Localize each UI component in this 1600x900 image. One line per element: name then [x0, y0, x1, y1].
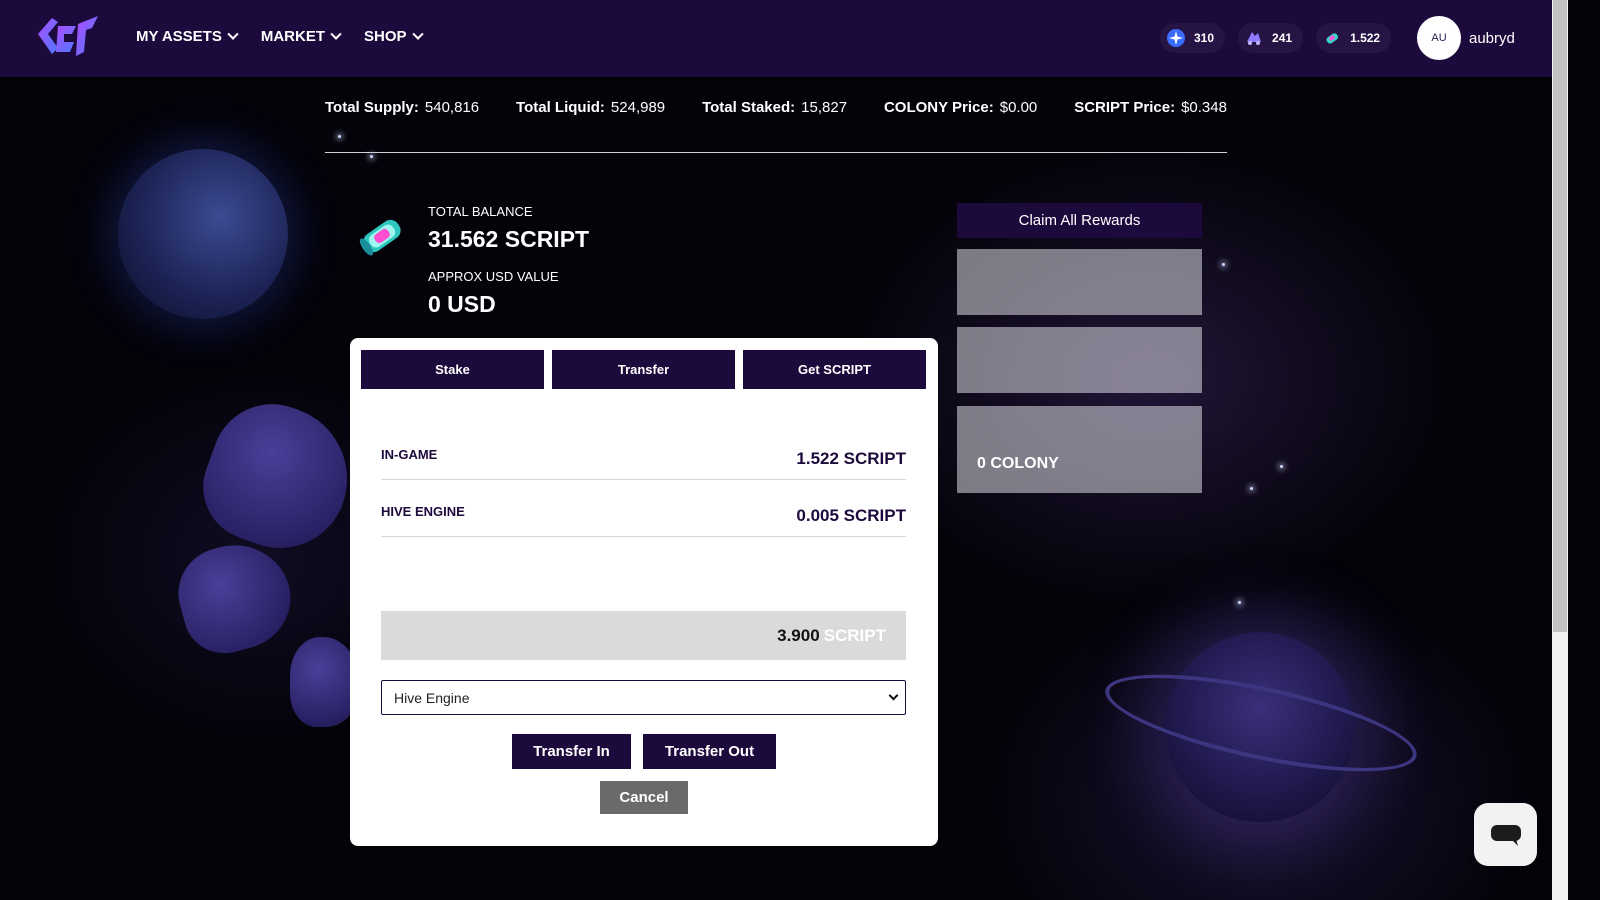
balance-row-in-game: IN-GAME 1.522 SCRIPT [381, 423, 906, 480]
nav-label: MY ASSETS [136, 28, 222, 45]
balance-value: 241 [1272, 31, 1293, 45]
nav-market[interactable]: MARKET [260, 28, 342, 45]
tab-stake[interactable]: Stake [361, 350, 544, 389]
tab-transfer[interactable]: Transfer [552, 350, 735, 389]
reward-card-value: 0 COLONY [977, 455, 1059, 472]
logo-icon[interactable] [34, 12, 102, 62]
destination-select[interactable]: Hive Engine [381, 680, 906, 715]
total-balance-value: 31.562 SCRIPT [428, 226, 590, 252]
username[interactable]: aubryd [1469, 30, 1515, 47]
row-label: HIVE ENGINE [381, 504, 465, 519]
chevron-down-icon [227, 28, 239, 40]
star-decoration [1238, 601, 1241, 604]
scrollbar-thumb[interactable] [1553, 0, 1567, 632]
stat-label: SCRIPT Price: [1074, 99, 1176, 116]
stat-value: 15,827 [801, 99, 848, 116]
chevron-down-icon [888, 690, 899, 701]
planet-illustration [118, 149, 288, 319]
stat-label: Total Liquid: [516, 99, 605, 116]
nav-shop[interactable]: SHOP [364, 28, 424, 45]
nav-label: SHOP [364, 28, 407, 45]
colony-token-icon [1244, 28, 1264, 48]
star-decoration [1280, 465, 1283, 468]
modal-tabs: Stake Transfer Get SCRIPT [361, 350, 926, 389]
star-decoration [370, 155, 373, 158]
amount-unit: SCRIPT [823, 625, 886, 645]
token-stats-bar: Total Supply: 540,816 Total Liquid: 524,98… [325, 99, 1227, 116]
usd-value: 0 USD [428, 291, 496, 317]
row-value: 0.005 SCRIPT [796, 506, 906, 525]
stat-label: Total Supply: [325, 99, 419, 116]
chevron-down-icon [411, 28, 424, 40]
chevron-down-icon [330, 28, 342, 40]
balance-row-hive-engine: HIVE ENGINE 0.005 SCRIPT [381, 480, 906, 537]
balance-value: 1.522 [1350, 31, 1381, 45]
amount-input[interactable]: 3.900 SCRIPT [381, 611, 906, 660]
nav-label: MARKET [260, 28, 326, 45]
transfer-modal: Stake Transfer Get SCRIPT IN-GAME 1.522 … [350, 338, 938, 846]
stats-divider [325, 152, 1227, 153]
balance-pill-colony[interactable]: 241 [1238, 23, 1304, 53]
total-balance-label: TOTAL BALANCE [428, 204, 533, 219]
amount-value: 3.900 [777, 625, 820, 645]
transfer-out-button[interactable]: Transfer Out [643, 734, 776, 769]
star-decoration [338, 135, 341, 138]
tab-get-script[interactable]: Get SCRIPT [743, 350, 926, 389]
star-decoration [1222, 263, 1225, 266]
row-label: IN-GAME [381, 447, 438, 462]
script-token-icon [1322, 28, 1342, 48]
row-value: 1.522 SCRIPT [796, 449, 906, 468]
chat-icon [1490, 824, 1521, 846]
reward-card: 0 COLONY [957, 406, 1202, 493]
stat-value: $0.348 [1181, 99, 1227, 116]
main-nav: MY ASSETS MARKET SHOP [136, 28, 424, 45]
usd-value-label: APPROX USD VALUE [428, 269, 559, 284]
reward-card [957, 327, 1202, 393]
cancel-button[interactable]: Cancel [600, 781, 688, 814]
stat-value: 524,989 [610, 99, 666, 116]
token-balances: 310 241 1.522 [1160, 23, 1392, 53]
top-navbar: MY ASSETS MARKET SHOP 310 241 1.522 AU a… [0, 0, 1552, 77]
stat-value: 540,816 [424, 99, 480, 116]
reward-card [957, 249, 1202, 315]
balance-value: 310 [1194, 31, 1215, 45]
asteroid-illustration [188, 387, 368, 567]
stat-value: $0.00 [999, 99, 1038, 116]
stat-colony-price: COLONY Price: $0.00 [884, 99, 1037, 116]
stat-script-price: SCRIPT Price: $0.348 [1074, 99, 1227, 116]
stat-total-staked: Total Staked: 15,827 [702, 99, 847, 116]
balance-pill-star[interactable]: 310 [1160, 23, 1226, 53]
stat-total-liquid: Total Liquid: 524,989 [516, 99, 665, 116]
transfer-in-button[interactable]: Transfer In [512, 734, 631, 769]
nav-my-assets[interactable]: MY ASSETS [136, 28, 239, 45]
avatar[interactable]: AU [1417, 16, 1461, 60]
stat-label: Total Staked: [702, 99, 796, 116]
star-decoration [1250, 487, 1253, 490]
stat-label: COLONY Price: [883, 99, 994, 116]
chat-launcher-button[interactable] [1474, 803, 1537, 866]
star-token-icon [1166, 28, 1186, 48]
balance-pill-script[interactable]: 1.522 [1316, 23, 1392, 53]
select-value: Hive Engine [394, 689, 470, 706]
script-token-icon [359, 219, 401, 256]
asteroid-illustration [168, 532, 302, 663]
claim-all-rewards-button[interactable]: Claim All Rewards [957, 203, 1202, 238]
stat-total-supply: Total Supply: 540,816 [325, 99, 479, 116]
